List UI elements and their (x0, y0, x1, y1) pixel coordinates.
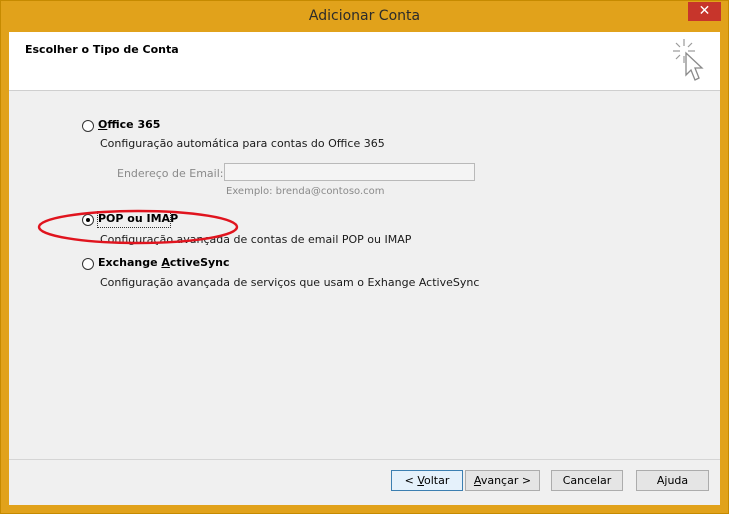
help-button[interactable]: Ajuda (636, 470, 709, 491)
exchange-description: Configuração avançada de serviços que us… (100, 276, 480, 289)
add-account-dialog: Adicionar Conta ✕ Escolher o Tipo de Con… (0, 0, 729, 514)
email-field-label: Endereço de Email: (117, 167, 224, 180)
email-hint: Exemplo: brenda@contoso.com (226, 186, 385, 197)
next-button[interactable]: Avançar > (465, 470, 540, 491)
back-button[interactable]: < Voltar (391, 470, 463, 491)
window-title: Adicionar Conta (308, 8, 421, 24)
dialog-header: Escolher o Tipo de Conta (9, 32, 720, 91)
back-label-access: V (417, 474, 424, 487)
office365-label-access: O (98, 118, 108, 131)
office365-label[interactable]: Office 365 (98, 118, 160, 131)
account-type-options: Office 365 Configuração automática para … (9, 91, 720, 458)
exchange-label-pre: Exchange (98, 256, 162, 269)
pop-imap-radio[interactable] (82, 214, 94, 226)
office365-label-rest: ffice 365 (107, 118, 161, 131)
email-field[interactable] (224, 163, 475, 181)
close-button[interactable]: ✕ (688, 2, 721, 21)
cancel-button[interactable]: Cancelar (551, 470, 623, 491)
exchange-label[interactable]: Exchange ActiveSync (98, 256, 230, 269)
back-label-post: oltar (424, 474, 450, 487)
office365-description: Configuração automática para contas do O… (100, 137, 385, 150)
close-icon: ✕ (698, 3, 711, 19)
office365-radio[interactable] (82, 120, 94, 132)
exchange-label-post: ctiveSync (169, 256, 230, 269)
cursor-sparkle-icon (673, 39, 704, 81)
exchange-radio[interactable] (82, 258, 94, 270)
footer-divider (9, 459, 720, 460)
pop-imap-description: Configuração avançada de contas de email… (100, 233, 412, 246)
dialog-client: Escolher o Tipo de Conta Office 365 Conf… (9, 32, 720, 505)
pop-imap-label[interactable]: POP ou IMAP (98, 212, 178, 225)
next-label-access: A (473, 474, 481, 487)
back-label-pre: < (404, 474, 418, 487)
next-label-post: vançar > (480, 474, 532, 487)
title-bar[interactable]: Adicionar Conta ✕ (1, 1, 728, 32)
page-title: Escolher o Tipo de Conta (25, 43, 179, 56)
exchange-label-access: A (161, 256, 170, 269)
